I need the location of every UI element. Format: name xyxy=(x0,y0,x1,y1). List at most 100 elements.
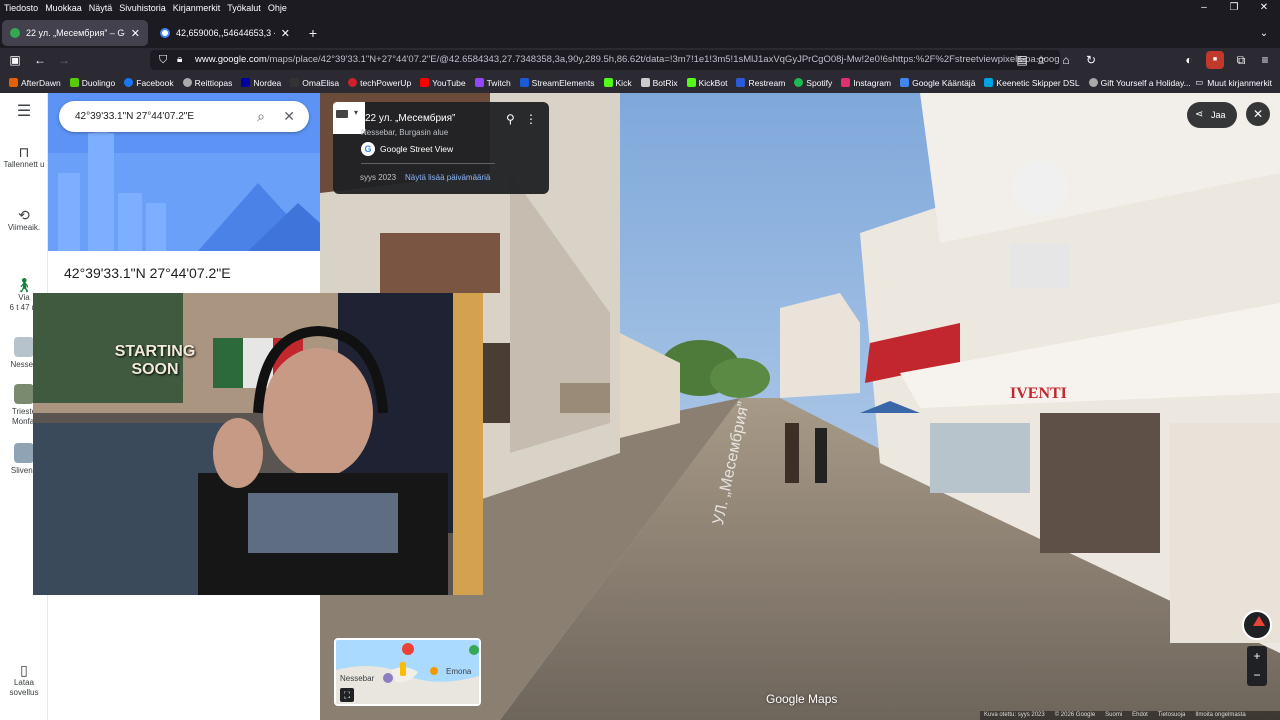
webcam-overlay: STARTING SOON xyxy=(33,293,483,595)
footer-terms[interactable]: Ehdot xyxy=(1132,711,1148,720)
zoom-out-button[interactable]: − xyxy=(1247,666,1267,686)
bookmark-keenetic[interactable]: Keenetic Skipper DSL xyxy=(984,77,1080,88)
share-button[interactable]: ⋖ Jaa xyxy=(1187,102,1237,128)
minimize-icon[interactable]: – xyxy=(1188,0,1220,16)
bookmark-instagram[interactable]: Instagram xyxy=(841,78,891,88)
back-button[interactable]: ← xyxy=(31,51,49,69)
bookmark-twitch[interactable]: Twitch xyxy=(474,77,511,88)
tab-google-search[interactable]: 42,659006,,54644653,3 - Googl ✕ xyxy=(152,20,298,46)
sidebar-icon[interactable]: ▣ xyxy=(6,51,24,69)
menu-bookmarks[interactable]: Kirjanmerkit xyxy=(169,3,224,13)
bookmark-label: Keenetic Skipper DSL xyxy=(996,77,1080,88)
streamelements-icon xyxy=(519,78,529,87)
menu-view[interactable]: Näytä xyxy=(85,3,116,13)
menu-file[interactable]: Tiedosto xyxy=(0,3,41,13)
reload-icon[interactable]: ↻ xyxy=(1082,51,1100,69)
restream-icon xyxy=(736,78,746,87)
bookmark-omaelisa[interactable]: OmaElisa xyxy=(290,78,339,88)
youtube-icon xyxy=(420,78,430,87)
google-maps-logo: Google Maps xyxy=(766,692,838,706)
bookmark-botrix[interactable]: BotRix xyxy=(640,78,678,88)
forward-button[interactable]: → xyxy=(55,51,73,69)
bookmark-label: YouTube xyxy=(432,77,466,88)
bookmark-label: StreamElements xyxy=(531,77,595,88)
lock-icon[interactable]: 🔒︎ xyxy=(177,50,182,70)
menu-hamburger-icon[interactable]: ☰ xyxy=(0,104,48,120)
app-menu-icon[interactable]: ≡ xyxy=(1256,51,1274,69)
bookmark-label: Twitch xyxy=(486,77,511,88)
tab-title: 42,659006,,54644653,3 - Googl xyxy=(176,28,275,38)
bookmark-google-translate[interactable]: Google Kääntäjä xyxy=(900,78,975,88)
minimap[interactable]: Nessebar Emona ⛶ xyxy=(334,638,481,706)
menu-help[interactable]: Ohje xyxy=(264,3,290,13)
footer-language[interactable]: Suomi xyxy=(1105,711,1122,720)
menu-history[interactable]: Sivuhistoria xyxy=(115,3,169,13)
menu-tools[interactable]: Työkalut xyxy=(223,3,264,13)
new-tab-button[interactable]: + xyxy=(302,20,324,46)
extensions-puzzle-icon[interactable]: ⧉ xyxy=(1232,51,1250,69)
rail-recent-label: Viimeaik. xyxy=(7,223,41,232)
bookmark-star-icon[interactable]: ☆ xyxy=(1032,51,1050,69)
bookmark-gift-holiday[interactable]: Gift Yourself a Holiday... xyxy=(1088,78,1191,88)
tab-street-view[interactable]: 22 ул. „Месембрия” – Google M ✕ xyxy=(2,20,148,46)
bookmark-label: Instagram xyxy=(853,77,892,88)
bookmark-label: OmaElisa xyxy=(302,77,340,88)
bookmark-nordea[interactable]: Nordea xyxy=(241,78,281,88)
location-pin-icon[interactable]: ⚲ xyxy=(506,112,515,126)
shop-sign-text: IVENTI xyxy=(1010,385,1067,402)
rail-saved[interactable]: ⊓ Tallennett u xyxy=(0,145,48,170)
kick-icon xyxy=(603,78,613,87)
sv-more-dates-link[interactable]: Näytä lisää päivämääriä xyxy=(405,173,490,182)
globe-icon xyxy=(1088,78,1098,87)
nordea-icon xyxy=(241,78,251,87)
footer-privacy[interactable]: Tietosuoja xyxy=(1158,711,1185,720)
reader-view-icon[interactable]: ▤ xyxy=(1013,51,1031,69)
bookmark-kick[interactable]: Kick xyxy=(603,78,632,88)
close-street-view-button[interactable]: ✕ xyxy=(1246,102,1270,126)
other-bookmarks[interactable]: ▭ Muut kirjanmerkit xyxy=(1195,72,1272,93)
extension-icon[interactable]: ■ xyxy=(1206,51,1224,69)
search-icon[interactable]: ⌕ xyxy=(257,101,265,132)
bookmark-afterdawn[interactable]: AfterDawn xyxy=(9,78,61,88)
rail-download-app[interactable]: ▯ Lataa sovellus xyxy=(0,663,48,698)
compass-icon[interactable] xyxy=(1242,610,1272,640)
expand-map-icon[interactable]: ⛶ xyxy=(340,688,354,702)
account-icon[interactable]: ◐ xyxy=(1180,51,1198,69)
maps-page: ☰ ⊓ Tallennett u ⟲ Viimeaik. 🚶︎ Via 6 t … xyxy=(0,93,1280,720)
bookmark-reittiopas[interactable]: Reittiopas xyxy=(182,78,232,88)
bookmark-duolingo[interactable]: Duolingo xyxy=(69,78,115,88)
home-icon[interactable]: ⌂ xyxy=(1057,51,1075,69)
zoom-in-button[interactable]: + xyxy=(1247,646,1267,666)
search-input[interactable]: 42°39'33.1"N 27°44'07.2"E ⌕ ✕ xyxy=(59,101,309,132)
shield-icon[interactable]: ⛉ xyxy=(159,50,167,70)
tab-close-icon[interactable]: ✕ xyxy=(131,27,140,40)
place-title: 42°39'33.1"N 27°44'07.2"E xyxy=(64,265,231,281)
minimap-label-emona: Emona xyxy=(446,667,472,676)
minimap-label-nessebar: Nessebar xyxy=(340,674,375,683)
menu-bar: Tiedosto Muokkaa Näytä Sivuhistoria Kirj… xyxy=(0,0,1280,16)
rail-route-label: Via xyxy=(18,293,30,302)
bookmark-label: Spotify xyxy=(806,77,833,88)
rail-recent[interactable]: ⟲ Viimeaik. xyxy=(0,208,48,233)
bookmark-facebook[interactable]: Facebook xyxy=(124,78,174,88)
footer-report[interactable]: Ilmoita ongelmasta xyxy=(1195,711,1245,720)
sv-divider xyxy=(361,163,495,164)
bookmark-kickbot[interactable]: KickBot xyxy=(686,78,727,88)
techpowerup-icon xyxy=(348,78,358,87)
bookmark-streamelements[interactable]: StreamElements xyxy=(519,77,595,88)
more-options-icon[interactable]: ⋮ xyxy=(525,112,537,126)
search-value: 42°39'33.1"N 27°44'07.2"E xyxy=(75,111,195,122)
window-close-icon[interactable]: ✕ xyxy=(1248,0,1280,16)
bookmark-youtube[interactable]: YouTube xyxy=(420,77,466,88)
bookmark-techpowerup[interactable]: techPowerUp xyxy=(348,78,411,88)
tab-list-icon[interactable]: ⌄ xyxy=(1254,20,1274,46)
bookmark-spotify[interactable]: Spotify xyxy=(794,78,832,88)
tab-close-icon[interactable]: ✕ xyxy=(281,27,290,40)
bookmark-restream[interactable]: Restream xyxy=(736,78,785,88)
walking-icon: 🚶︎ xyxy=(15,277,33,293)
restore-icon[interactable]: ❐ xyxy=(1218,0,1250,16)
clear-search-icon[interactable]: ✕ xyxy=(283,101,295,132)
menu-edit[interactable]: Muokkaa xyxy=(41,3,85,13)
compass-needle xyxy=(1253,616,1265,626)
url-bar[interactable]: ⛉ 🔒︎ www.google.com/maps/place/42°39'33.… xyxy=(150,50,1060,70)
